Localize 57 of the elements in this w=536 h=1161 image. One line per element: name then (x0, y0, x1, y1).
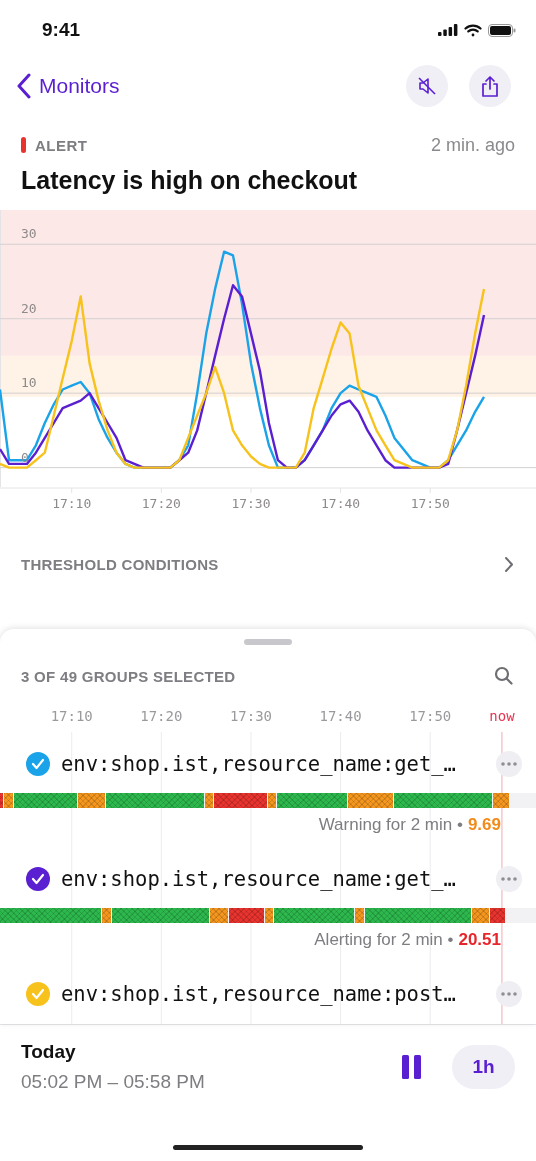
status-value: 20.51 (458, 930, 501, 950)
group-name: env:shop.ist,resource_name:post… (61, 982, 457, 1006)
axis-label: 17:40 (321, 496, 361, 511)
checkmark-icon (31, 873, 45, 885)
time-label: 17:40 (319, 708, 362, 724)
status-text: Alerting for 2 min • (314, 930, 454, 950)
more-icon (501, 992, 517, 996)
pause-button[interactable] (402, 1055, 422, 1079)
back-button[interactable]: Monitors (16, 73, 120, 99)
time-range: 05:02 PM – 05:58 PM (21, 1071, 205, 1093)
time-label: 17:20 (140, 708, 183, 724)
share-icon (480, 75, 500, 97)
now-label: now (489, 708, 515, 724)
axis-label: 30 (21, 226, 37, 242)
checkbox[interactable] (26, 867, 50, 891)
axis-label: 17:50 (410, 496, 450, 511)
group-name: env:shop.ist,resource_name:get_… (61, 752, 457, 776)
battery-icon (488, 23, 516, 37)
wifi-icon (464, 23, 482, 37)
checkbox[interactable] (26, 982, 50, 1006)
more-icon (501, 877, 517, 881)
axis-label: 17:20 (141, 496, 181, 511)
more-button[interactable] (496, 751, 522, 777)
alert-status: ALERT (35, 136, 88, 154)
axis-label: 17:10 (52, 496, 92, 511)
checkmark-icon (31, 758, 45, 770)
checkbox[interactable] (26, 752, 50, 776)
drag-handle[interactable] (244, 639, 292, 645)
threshold-label: THRESHOLD CONDITIONS (21, 555, 219, 573)
search-icon[interactable] (494, 666, 514, 686)
time-label: 17:30 (229, 708, 273, 724)
status-segment (490, 908, 505, 923)
more-button[interactable] (496, 866, 522, 892)
time-span-button[interactable]: 1h (452, 1045, 515, 1089)
status-value: 9.69 (467, 815, 501, 835)
chevron-icon (16, 73, 32, 99)
signal-icon (438, 24, 458, 36)
axis-label: 17:30 (231, 496, 271, 511)
more-button[interactable] (496, 981, 522, 1007)
date-label: Today (21, 1041, 77, 1063)
timestamp: 2 min. ago (430, 134, 515, 156)
time-label: 17:10 (50, 708, 93, 724)
threshold-row[interactable]: THRESHOLD CONDITIONS (0, 515, 536, 605)
mute-icon (417, 76, 437, 96)
mute-button[interactable] (406, 65, 448, 107)
axis-label: 10 (21, 375, 37, 391)
selection-summary: 3 OF 49 GROUPS SELECTED (21, 667, 236, 685)
status-text: Warning for 2 min • (318, 815, 463, 835)
time-label: 17:50 (409, 708, 452, 724)
axis-label: 20 (21, 300, 37, 316)
alert-title: Latency is high on checkout (21, 166, 359, 195)
more-icon (501, 762, 517, 766)
share-button[interactable] (469, 65, 511, 107)
group-name: env:shop.ist,resource_name:get_… (61, 867, 457, 891)
checkmark-icon (31, 988, 45, 1000)
chevron-icon (504, 555, 514, 573)
clock: 9:41 (42, 19, 81, 41)
